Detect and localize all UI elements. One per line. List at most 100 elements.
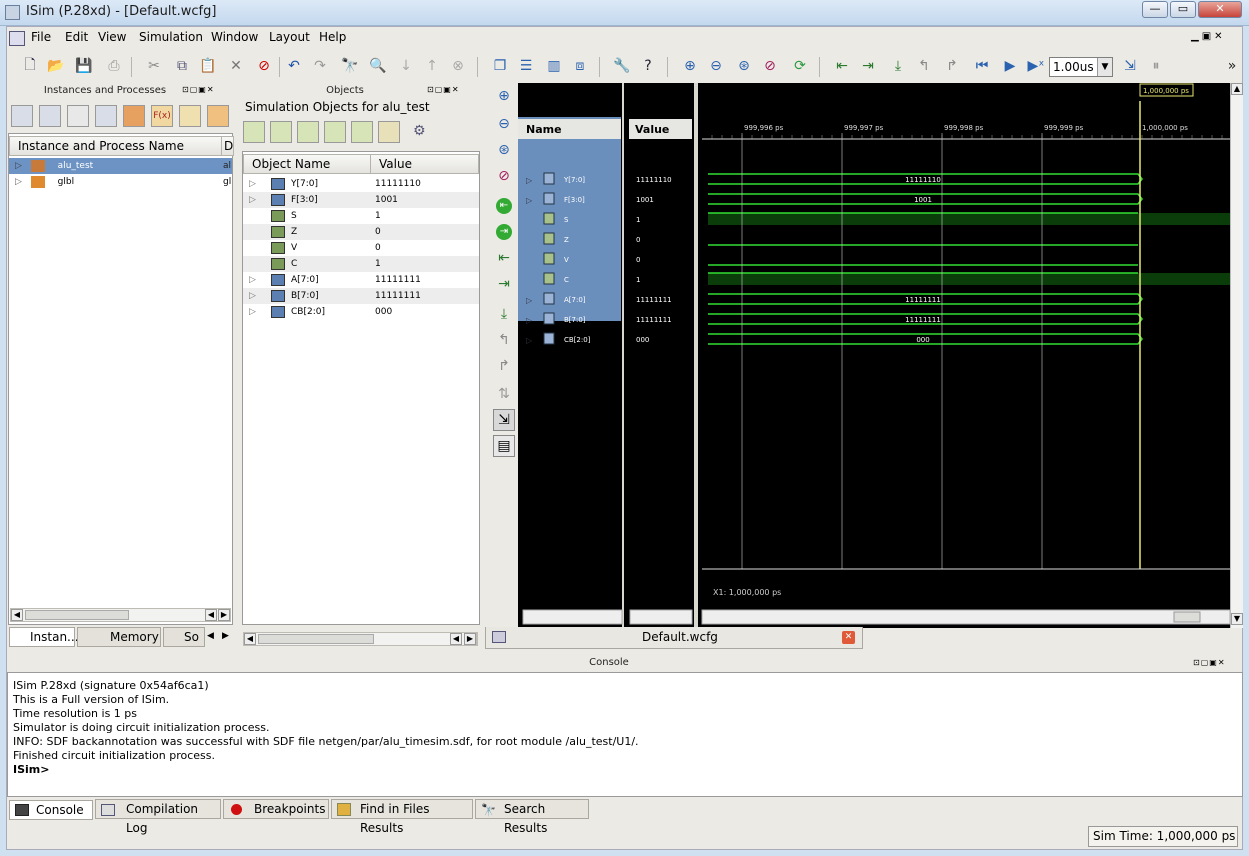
zoom-out-icon[interactable]: ⊖ xyxy=(705,55,727,77)
expand-arrow-icon[interactable]: ▷ xyxy=(526,196,533,205)
zoom-cursor-icon[interactable]: ⊘ xyxy=(493,165,515,187)
object-row[interactable]: S1 xyxy=(243,208,479,224)
restart-icon[interactable]: ⏮ xyxy=(971,55,993,77)
prev-marker-icon[interactable]: ↰ xyxy=(493,329,515,351)
scroll-thumb[interactable] xyxy=(258,634,374,644)
instances-hscrollbar[interactable]: ◀ ◀ ▶ xyxy=(10,608,231,622)
zoom-cursor-icon[interactable]: ⊘ xyxy=(759,55,781,77)
expand-arrow-icon[interactable]: ▷ xyxy=(249,304,261,320)
tab-find-in-files-results[interactable]: Find in Files Results xyxy=(331,799,473,835)
object-row[interactable]: ▷ F[3:0] 1001 xyxy=(243,192,479,208)
go-to-end-icon[interactable]: ⇥ xyxy=(493,221,515,243)
list-icon[interactable] xyxy=(67,105,89,127)
time-dropdown-button[interactable]: ▼ xyxy=(1097,58,1112,76)
toolbar-overflow-icon[interactable]: » xyxy=(1221,55,1243,77)
object-row[interactable]: ▷ A[7:0] 11111111 xyxy=(243,272,479,288)
task-icon[interactable] xyxy=(179,105,201,127)
scroll-left-button[interactable]: ◀ xyxy=(450,633,462,645)
find-folder-icon[interactable]: 🔍 xyxy=(367,55,389,77)
tree-row-glbl[interactable]: ▷ glbl gl xyxy=(9,174,232,190)
output-filter-icon[interactable] xyxy=(270,121,292,143)
prev-transition-icon[interactable]: ⇤ xyxy=(831,55,853,77)
run-all-icon[interactable]: ▶ xyxy=(999,55,1021,77)
cancel-icon[interactable]: ⊗ xyxy=(447,55,469,77)
expand-arrow-icon[interactable]: ▷ xyxy=(526,336,533,345)
scroll-right-button[interactable]: ▶ xyxy=(218,609,230,621)
wave-signal-name[interactable]: B[7:0] xyxy=(564,316,586,324)
step-back-icon[interactable]: ↰ xyxy=(913,55,935,77)
wave-signal-name[interactable]: S xyxy=(564,216,569,224)
zoom-fit-icon[interactable]: ⊛ xyxy=(733,55,755,77)
column-header-d[interactable]: D xyxy=(221,136,234,156)
scroll-down-button[interactable]: ▼ xyxy=(1231,613,1243,625)
panel-controls[interactable]: ⊡▢▣✕ xyxy=(1193,658,1226,667)
step-into-icon[interactable]: ⤓ xyxy=(887,55,909,77)
add-marker-icon[interactable]: ⤓ xyxy=(493,303,515,325)
copy-icon[interactable]: ⧉ xyxy=(171,55,193,77)
tab-scroll-left[interactable]: ◀ xyxy=(207,631,214,641)
constant-filter-icon[interactable] xyxy=(351,121,373,143)
tile-vertical-icon[interactable]: ▥ xyxy=(543,55,565,77)
menu-edit[interactable]: Edit xyxy=(65,30,88,44)
wave-hscrollbar[interactable] xyxy=(701,609,1231,625)
expand-arrow-icon[interactable]: ▷ xyxy=(526,296,533,305)
object-row[interactable]: Z0 xyxy=(243,224,479,240)
expand-arrow-icon[interactable]: ▷ xyxy=(526,176,533,185)
tab-scroll-right[interactable]: ▶ xyxy=(222,631,229,641)
step-icon[interactable]: ⇲ xyxy=(1119,55,1141,77)
wave-signal-name[interactable]: CB[2:0] xyxy=(564,336,591,344)
console-prompt[interactable]: ISim> xyxy=(13,763,1237,777)
wave-vscrollbar[interactable]: ▲ ▼ xyxy=(1230,83,1243,628)
tab-source[interactable]: So xyxy=(163,627,205,647)
block-icon[interactable] xyxy=(39,105,61,127)
snap-to-transition-icon[interactable]: ⇲ xyxy=(493,409,515,431)
close-button[interactable]: ✕ xyxy=(1198,1,1242,18)
zoom-fit-icon[interactable]: ⊛ xyxy=(493,139,515,161)
menu-help[interactable]: Help xyxy=(319,30,346,44)
refresh-tree-icon[interactable] xyxy=(207,105,229,127)
tab-default-wcfg[interactable]: Default.wcfg ✕ xyxy=(485,627,863,649)
inout-filter-icon[interactable] xyxy=(297,121,319,143)
tree-row-alu-test[interactable]: ▷ alu_test al xyxy=(9,158,232,174)
scroll-left-button[interactable]: ◀ xyxy=(205,609,217,621)
tile-horizontal-icon[interactable]: ☰ xyxy=(515,55,537,77)
tab-memory[interactable]: Memory xyxy=(77,627,161,647)
objects-hscrollbar[interactable]: ◀ ◀ ▶ xyxy=(243,632,477,646)
menu-window[interactable]: Window xyxy=(211,30,258,44)
expand-arrow-icon[interactable]: ▷ xyxy=(249,288,261,304)
expand-arrow-icon[interactable]: ▷ xyxy=(249,176,261,192)
expand-arrow-icon[interactable]: ▷ xyxy=(249,272,261,288)
object-row[interactable]: ▷ CB[2:0] 000 xyxy=(243,304,479,320)
scroll-thumb[interactable] xyxy=(25,610,129,620)
arrow-down-icon[interactable]: ↓ xyxy=(395,55,417,77)
column-header-object-name[interactable]: Object Name xyxy=(243,154,371,174)
open-folder-icon[interactable]: 📂 xyxy=(45,55,67,77)
name-hscrollbar[interactable] xyxy=(522,609,623,625)
context-help-icon[interactable]: ? xyxy=(637,55,659,77)
go-to-start-icon[interactable]: ⇤ xyxy=(493,195,515,217)
print-icon[interactable]: ⎙ xyxy=(103,55,125,77)
wave-signal-name[interactable]: A[7:0] xyxy=(564,296,586,304)
wave-signal-name[interactable]: Y[7:0] xyxy=(563,176,585,184)
expand-arrow-icon[interactable]: ▷ xyxy=(249,192,261,208)
close-tab-icon[interactable]: ✕ xyxy=(842,631,855,644)
wave-signal-name[interactable]: C xyxy=(564,276,569,284)
variable-filter-icon[interactable] xyxy=(378,121,400,143)
wave-signal-name[interactable]: Z xyxy=(564,236,569,244)
scroll-right-button[interactable]: ▶ xyxy=(464,633,476,645)
delete-icon[interactable]: ✕ xyxy=(225,55,247,77)
chip-icon[interactable] xyxy=(123,105,145,127)
object-row[interactable]: V0 xyxy=(243,240,479,256)
undo-icon[interactable]: ↶ xyxy=(283,55,305,77)
minimize-button[interactable]: — xyxy=(1142,1,1168,18)
stop-icon[interactable]: ⊘ xyxy=(253,55,275,77)
mdi-buttons[interactable]: ▁▣✕ xyxy=(1191,31,1226,42)
cascade-icon[interactable]: ❐ xyxy=(489,55,511,77)
zoom-in-icon[interactable]: ⊕ xyxy=(679,55,701,77)
menu-view[interactable]: View xyxy=(98,30,126,44)
expand-arrow-icon[interactable]: ▷ xyxy=(526,316,533,325)
maximize-button[interactable]: ▭ xyxy=(1170,1,1196,18)
find-icon[interactable]: 🔭 xyxy=(339,55,361,77)
wave-signal-name[interactable]: F[3:0] xyxy=(564,196,585,204)
module-icon[interactable] xyxy=(11,105,33,127)
